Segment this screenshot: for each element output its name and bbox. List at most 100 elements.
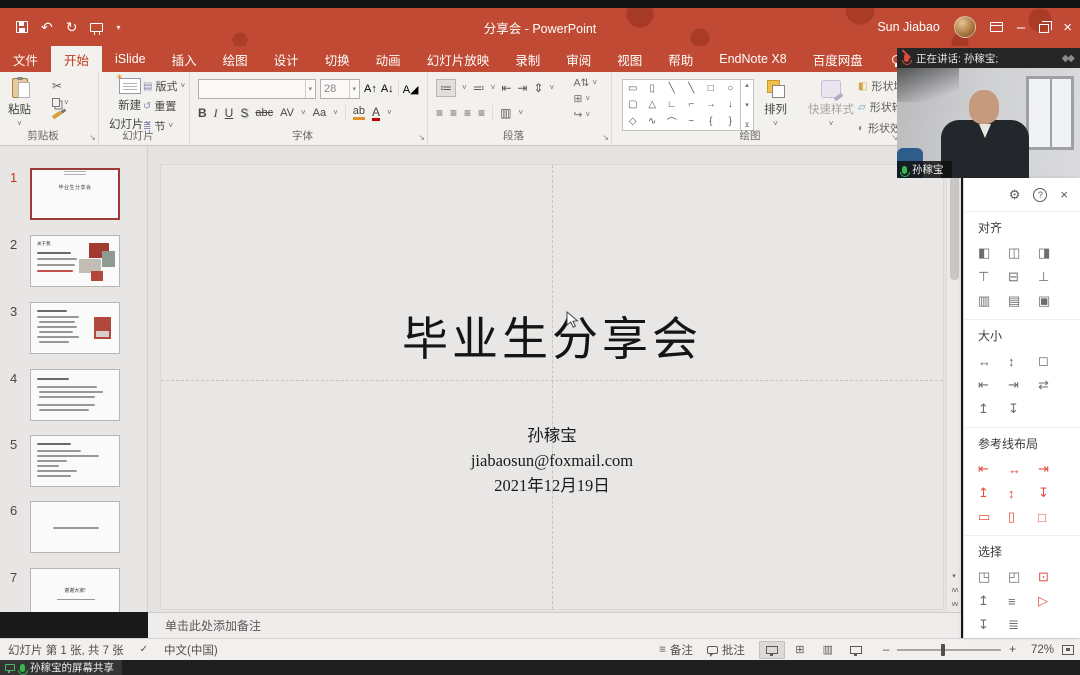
align-left-button[interactable]: ≡ bbox=[436, 106, 443, 120]
highlight-color-button[interactable]: ab bbox=[353, 106, 365, 120]
spellcheck-icon[interactable]: ✓ bbox=[140, 644, 148, 655]
align-right-button[interactable]: ≡ bbox=[464, 106, 471, 120]
panel-settings-icon[interactable]: ⚙ bbox=[1009, 187, 1021, 203]
swap-size-icon[interactable]: ⇄ bbox=[1038, 377, 1068, 393]
zoom-in-button[interactable]: + bbox=[1009, 644, 1016, 656]
ribbon-tab[interactable]: 视图 bbox=[604, 46, 655, 72]
close-button[interactable]: × bbox=[1063, 20, 1072, 35]
guide-fit-height-icon[interactable]: ▯ bbox=[1008, 509, 1038, 525]
guide-fit-both-icon[interactable]: □ bbox=[1038, 510, 1068, 525]
bold-button[interactable]: B bbox=[198, 106, 207, 120]
grow-font-icon[interactable]: A↑ bbox=[364, 83, 377, 95]
underline-button[interactable]: U bbox=[225, 106, 234, 120]
slide-thumbnail-6[interactable]: 6 bbox=[0, 501, 148, 553]
shape-tool[interactable]: □ bbox=[708, 83, 714, 94]
align-center-button[interactable]: ≡ bbox=[450, 106, 457, 120]
increase-indent-icon[interactable]: ⇥ bbox=[517, 81, 527, 95]
panel-help-icon[interactable]: ? bbox=[1033, 188, 1047, 202]
distribute-vertical-icon[interactable]: ▤ bbox=[1008, 293, 1038, 309]
shrink-font-icon[interactable]: A↓ bbox=[381, 83, 394, 95]
strikethrough-button[interactable]: abc bbox=[255, 107, 273, 119]
align-to-slide-icon[interactable]: ▣ bbox=[1038, 293, 1068, 309]
zoom-percentage[interactable]: 72% bbox=[1024, 644, 1054, 656]
layer-bottom-icon[interactable]: ↧ bbox=[978, 617, 1008, 633]
columns-button[interactable]: ▥ bbox=[500, 106, 511, 120]
shape-tool[interactable]: ▯ bbox=[649, 83, 655, 94]
slide-thumbnail-2[interactable]: 2 关于我 bbox=[0, 235, 148, 287]
ribbon-tab[interactable]: 帮助 bbox=[655, 46, 706, 72]
font-dialog-launcher[interactable]: ↘ bbox=[418, 133, 425, 142]
font-size-combo[interactable]: 28▾ bbox=[320, 79, 360, 99]
shape-tool[interactable]: ▢ bbox=[628, 99, 637, 110]
align-center-icon[interactable]: ◫ bbox=[1008, 245, 1038, 261]
distribute-horizontal-icon[interactable]: ▥ bbox=[978, 293, 1008, 309]
ribbon-tab[interactable]: 动画 bbox=[363, 46, 414, 72]
guide-bottom-icon[interactable]: ↧ bbox=[1038, 485, 1068, 501]
shape-tool[interactable]: ⌐ bbox=[688, 99, 694, 110]
align-text-button[interactable]: ⊞˅ bbox=[574, 93, 590, 105]
scrollbar-thumb[interactable] bbox=[950, 160, 959, 280]
shape-tool[interactable]: ~ bbox=[688, 116, 694, 127]
guide-top-icon[interactable]: ↥ bbox=[978, 485, 1008, 501]
character-spacing-button[interactable]: AV bbox=[280, 107, 294, 119]
clear-formatting-icon[interactable]: A◢ bbox=[403, 83, 419, 96]
equal-size-icon[interactable]: ◻ bbox=[1038, 353, 1068, 369]
shape-tool[interactable]: { bbox=[709, 116, 712, 127]
comments-toggle-button[interactable]: 批注 bbox=[707, 642, 745, 658]
ribbon-tab[interactable]: 录制 bbox=[502, 46, 553, 72]
clipboard-dialog-launcher[interactable]: ↘ bbox=[89, 133, 96, 142]
meeting-video-window[interactable]: 正在讲话: 孙稼宝; ◆◆ 孙稼宝 bbox=[897, 48, 1080, 178]
ribbon-tab[interactable]: 百度网盘 bbox=[800, 46, 876, 72]
stretch-left-icon[interactable]: ⇤ bbox=[978, 377, 1008, 393]
change-case-button[interactable]: Aa bbox=[313, 107, 326, 119]
convert-smartart-button[interactable]: ↪˅ bbox=[574, 109, 590, 121]
numbering-button[interactable]: ≕ bbox=[473, 81, 485, 95]
slide-sorter-view-button[interactable]: ⊞ bbox=[787, 641, 813, 659]
shape-tool[interactable]: ⌒ bbox=[667, 114, 677, 129]
guide-right-icon[interactable]: ⇥ bbox=[1038, 461, 1068, 477]
ribbon-tab[interactable]: 设计 bbox=[261, 46, 312, 72]
stretch-right-icon[interactable]: ⇥ bbox=[1008, 377, 1038, 393]
reading-view-button[interactable]: ▥ bbox=[815, 641, 841, 659]
ribbon-tab[interactable]: 审阅 bbox=[553, 46, 604, 72]
gallery-up-icon[interactable]: ▴ bbox=[745, 81, 749, 89]
editor-scrollbar[interactable]: ▴ ▾ ∧∧ ∨∨ bbox=[946, 146, 961, 612]
guide-left-icon[interactable]: ⇤ bbox=[978, 461, 1008, 477]
ribbon-tab[interactable]: 文件 bbox=[0, 46, 51, 72]
quick-styles-button[interactable]: 快速样式 ˅ bbox=[808, 80, 854, 128]
align-top-icon[interactable]: ⊤ bbox=[978, 269, 1008, 285]
lasso-select-icon[interactable]: ▷ bbox=[1038, 593, 1068, 609]
shape-tool[interactable]: ↓ bbox=[728, 99, 733, 110]
shape-tool[interactable]: ∟ bbox=[667, 99, 677, 110]
layer-top-icon[interactable]: ↥ bbox=[978, 593, 1008, 609]
align-bottom-icon[interactable]: ⊥ bbox=[1038, 269, 1068, 285]
next-slide-icon[interactable]: ∨∨ bbox=[951, 600, 957, 608]
panel-close-icon[interactable]: × bbox=[1060, 187, 1068, 202]
shape-tool[interactable]: ╲ bbox=[688, 83, 694, 94]
paste-button[interactable]: 粘贴 ˅ bbox=[8, 78, 31, 128]
share-status-chip[interactable]: 孙稼宝的屏幕共享 bbox=[0, 660, 122, 675]
align-right-icon[interactable]: ◨ bbox=[1038, 245, 1068, 261]
format-painter-icon[interactable] bbox=[52, 110, 62, 119]
ribbon-display-options-icon[interactable] bbox=[990, 22, 1003, 32]
slide-thumbnail-4[interactable]: 4 bbox=[0, 369, 148, 421]
restore-button[interactable] bbox=[1039, 24, 1049, 33]
scroll-down-icon[interactable]: ▾ bbox=[952, 572, 956, 580]
shape-tool[interactable]: → bbox=[706, 99, 716, 110]
notes-toggle-button[interactable]: ≡备注 bbox=[659, 642, 693, 658]
cut-icon[interactable]: ✂ bbox=[52, 80, 62, 92]
guide-center-h-icon[interactable]: ↔ bbox=[1008, 462, 1038, 477]
slide-thumbnail-1[interactable]: 1 毕业生分享会 bbox=[0, 168, 148, 220]
text-direction-button[interactable]: A⇅˅ bbox=[574, 77, 597, 89]
shape-tool[interactable]: } bbox=[729, 116, 732, 127]
slideshow-view-button[interactable] bbox=[843, 641, 869, 659]
layout-button[interactable]: ▤版式˅ bbox=[143, 78, 185, 94]
shape-tool[interactable]: ∿ bbox=[648, 116, 656, 127]
font-color-button[interactable]: A bbox=[372, 106, 380, 121]
ribbon-tab[interactable]: 切换 bbox=[312, 46, 363, 72]
gallery-down-icon[interactable]: ▾ bbox=[745, 101, 749, 109]
bullets-button[interactable]: ≔ bbox=[436, 79, 456, 97]
justify-button[interactable]: ≡ bbox=[478, 106, 485, 120]
ribbon-tab[interactable]: 插入 bbox=[159, 46, 210, 72]
align-middle-icon[interactable]: ⊟ bbox=[1008, 269, 1038, 285]
